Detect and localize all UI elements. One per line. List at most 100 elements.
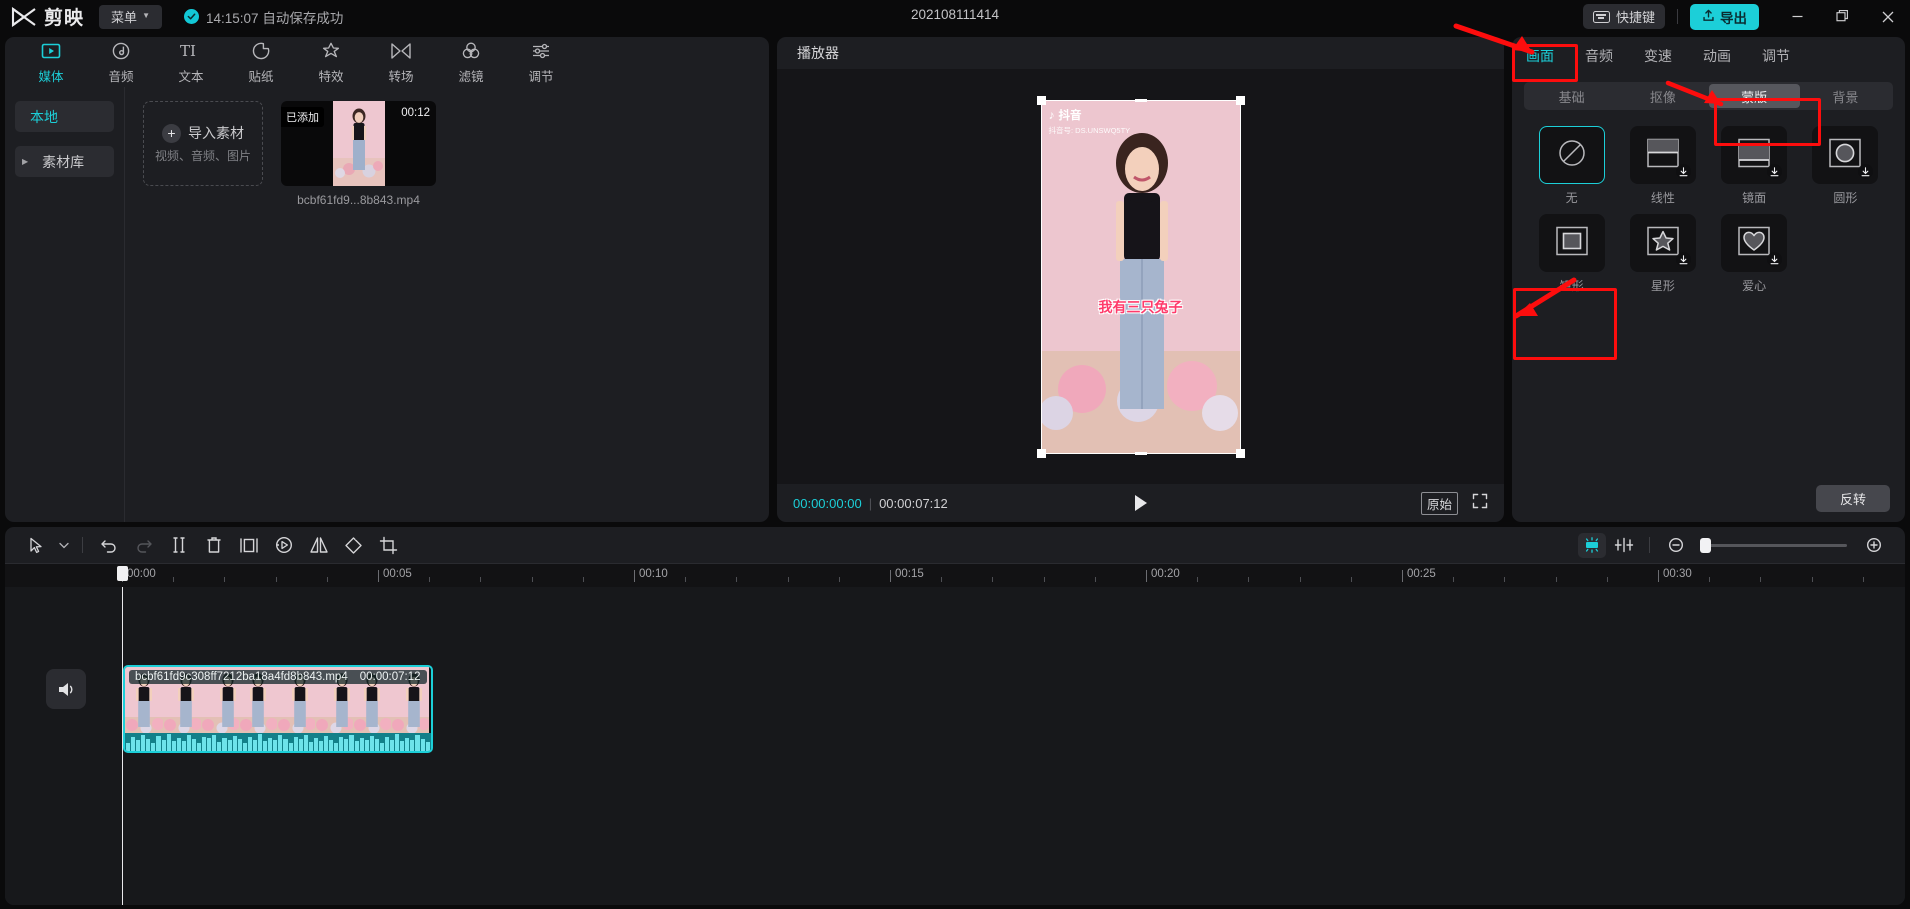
download-icon[interactable] <box>1767 164 1783 179</box>
resize-handle-bl[interactable] <box>1036 448 1046 458</box>
fullscreen-icon[interactable] <box>1472 493 1488 514</box>
mask-option-heart[interactable]: 爱心 <box>1721 214 1788 294</box>
zoom-slider[interactable] <box>1700 537 1847 553</box>
ruler-tick-minor <box>685 577 687 582</box>
import-media-button[interactable]: + 导入素材 视频、音频、图片 <box>143 101 263 186</box>
crop-icon[interactable] <box>371 530 406 560</box>
player-stage[interactable]: ♪ 抖音 抖音号: DS.UNSWQ5TY 我有三只兔子 <box>777 69 1504 484</box>
tab-adjust[interactable]: 调节 <box>1762 46 1790 66</box>
tab-speed[interactable]: 变速 <box>1644 46 1672 66</box>
mask-option-linear[interactable]: 线性 <box>1629 126 1696 206</box>
function-tab-adjust[interactable]: 调节 <box>506 37 576 87</box>
media-filename: bcbf61fd9...8b843.mp4 <box>297 193 420 207</box>
timeline-tracks[interactable]: bcbf61fd9c308ff7212ba18a4fd8b843.mp4 00:… <box>5 566 1905 905</box>
cursor-icon[interactable] <box>19 530 54 560</box>
close-button[interactable] <box>1865 0 1910 33</box>
mask-option-circle[interactable]: 圆形 <box>1812 126 1879 206</box>
library-item-stock[interactable]: ▶ 素材库 <box>15 146 114 177</box>
export-icon <box>1702 9 1715 25</box>
media-added-badge: 已添加 <box>281 107 324 127</box>
resize-handle-bottom[interactable] <box>1134 451 1147 455</box>
mask-label: 爱心 <box>1742 279 1767 293</box>
download-icon[interactable] <box>1675 252 1691 267</box>
auto-fit-icon[interactable] <box>1578 532 1606 558</box>
media-thumbnail[interactable]: 已添加 00:12 <box>281 101 436 186</box>
timeline-toolbar <box>5 527 1905 563</box>
resize-handle-br[interactable] <box>1235 448 1245 458</box>
export-button[interactable]: 导出 <box>1690 3 1759 30</box>
ruler-tick-minor <box>429 577 431 582</box>
titlebar-right-group: 快捷键 导出 <box>1582 0 1910 33</box>
tab-picture[interactable]: 画面 <box>1526 46 1554 66</box>
download-icon[interactable] <box>1858 164 1874 179</box>
video-frame-image <box>1041 100 1240 453</box>
video-preview[interactable]: ♪ 抖音 抖音号: DS.UNSWQ5TY 我有三只兔子 <box>1036 95 1245 458</box>
resize-handle-tr[interactable] <box>1235 95 1245 105</box>
function-tab-media[interactable]: 媒体 <box>16 37 86 87</box>
mask-grid: 无 线性 镜面 圆形 矩形 星形 爱心 <box>1512 110 1905 294</box>
tab-animation[interactable]: 动画 <box>1703 46 1731 66</box>
play-button[interactable] <box>1128 494 1154 512</box>
resize-handle-tl[interactable] <box>1036 95 1046 105</box>
mask-option-rectangle[interactable]: 矩形 <box>1538 214 1605 294</box>
function-tab-text[interactable]: TI 文本 <box>156 37 226 87</box>
minimize-button[interactable] <box>1775 0 1820 33</box>
tab-audio[interactable]: 音频 <box>1585 46 1613 66</box>
maximize-button[interactable] <box>1820 0 1865 33</box>
library-item-local[interactable]: 本地 <box>15 101 114 132</box>
magnet-snap-icon[interactable] <box>1606 530 1641 560</box>
trash-icon[interactable] <box>196 530 231 560</box>
ruler-label: 00:10 <box>639 568 668 580</box>
music-note-icon: ♪ <box>1048 107 1055 122</box>
none-mask-icon <box>1557 138 1587 173</box>
mirror-icon[interactable] <box>301 530 336 560</box>
ruler-tick-minor <box>1197 577 1199 582</box>
function-tab-effects[interactable]: 特效 <box>296 37 366 87</box>
media-item-card[interactable]: 已添加 00:12 bcbf61fd9...8b843.mp4 <box>281 101 436 207</box>
menu-button[interactable]: 菜单 ▼ <box>99 4 163 29</box>
function-tab-sticker[interactable]: 贴纸 <box>226 37 296 87</box>
rotate-icon[interactable] <box>336 530 371 560</box>
zoom-slider-handle[interactable] <box>1700 537 1711 553</box>
shortcuts-button[interactable]: 快捷键 <box>1582 4 1665 29</box>
zoom-in-icon[interactable] <box>1856 530 1891 560</box>
function-tab-transition[interactable]: 转场 <box>366 37 436 87</box>
download-icon[interactable] <box>1675 164 1691 179</box>
timeline-clip[interactable]: bcbf61fd9c308ff7212ba18a4fd8b843.mp4 00:… <box>123 665 433 753</box>
library-item-label: 素材库 <box>42 153 85 170</box>
ruler-tick-minor <box>582 577 584 582</box>
sub-tab-basic[interactable]: 基础 <box>1526 84 1617 108</box>
function-tab-audio[interactable]: 音频 <box>86 37 156 87</box>
ruler-tick-minor <box>992 577 994 582</box>
split-icon[interactable] <box>161 530 196 560</box>
timeline-playhead[interactable] <box>117 566 128 905</box>
mask-option-star[interactable]: 星形 <box>1629 214 1696 294</box>
zoom-out-icon[interactable] <box>1658 530 1693 560</box>
plus-icon: + <box>162 123 181 143</box>
reverse-mask-button[interactable]: 反转 <box>1816 484 1890 512</box>
playhead-handle[interactable] <box>117 566 128 581</box>
sub-tab-mask[interactable]: 蒙版 <box>1708 84 1800 108</box>
mask-option-none[interactable]: 无 <box>1538 126 1605 206</box>
picture-sub-tabs: 基础 抠像 蒙版 背景 <box>1524 82 1893 110</box>
freeze-icon[interactable] <box>266 530 301 560</box>
sub-tab-chromakey[interactable]: 抠像 <box>1617 84 1708 108</box>
toolbar-divider <box>82 537 83 553</box>
sub-tab-background[interactable]: 背景 <box>1800 84 1891 108</box>
clip-crop-icon[interactable] <box>231 530 266 560</box>
track-mute-button[interactable] <box>46 669 86 709</box>
function-tab-filter[interactable]: 滤镜 <box>436 37 506 87</box>
current-timecode: 00:00:00:00 <box>793 495 862 511</box>
undo-icon[interactable] <box>91 530 126 560</box>
quality-button[interactable]: 原始 <box>1420 491 1458 515</box>
clip-label: bcbf61fd9c308ff7212ba18a4fd8b843.mp4 00:… <box>129 670 427 684</box>
chevron-down-icon[interactable] <box>54 530 74 560</box>
timeline-ruler[interactable]: 00:00 00:05 00:10 00:15 00:20 00:25 00:30 <box>5 563 1905 587</box>
mask-option-mirror[interactable]: 镜面 <box>1721 126 1788 206</box>
download-icon[interactable] <box>1767 252 1783 267</box>
resize-handle-top[interactable] <box>1134 98 1147 102</box>
mask-thumb-rectangle <box>1538 214 1605 272</box>
mask-thumb-heart <box>1721 214 1788 272</box>
jianying-app-window: 剪映 菜单 ▼ 14:15:07 自动保存成功 202108111414 快捷键 <box>0 0 1910 909</box>
timeline-right-tools <box>1578 530 1891 560</box>
